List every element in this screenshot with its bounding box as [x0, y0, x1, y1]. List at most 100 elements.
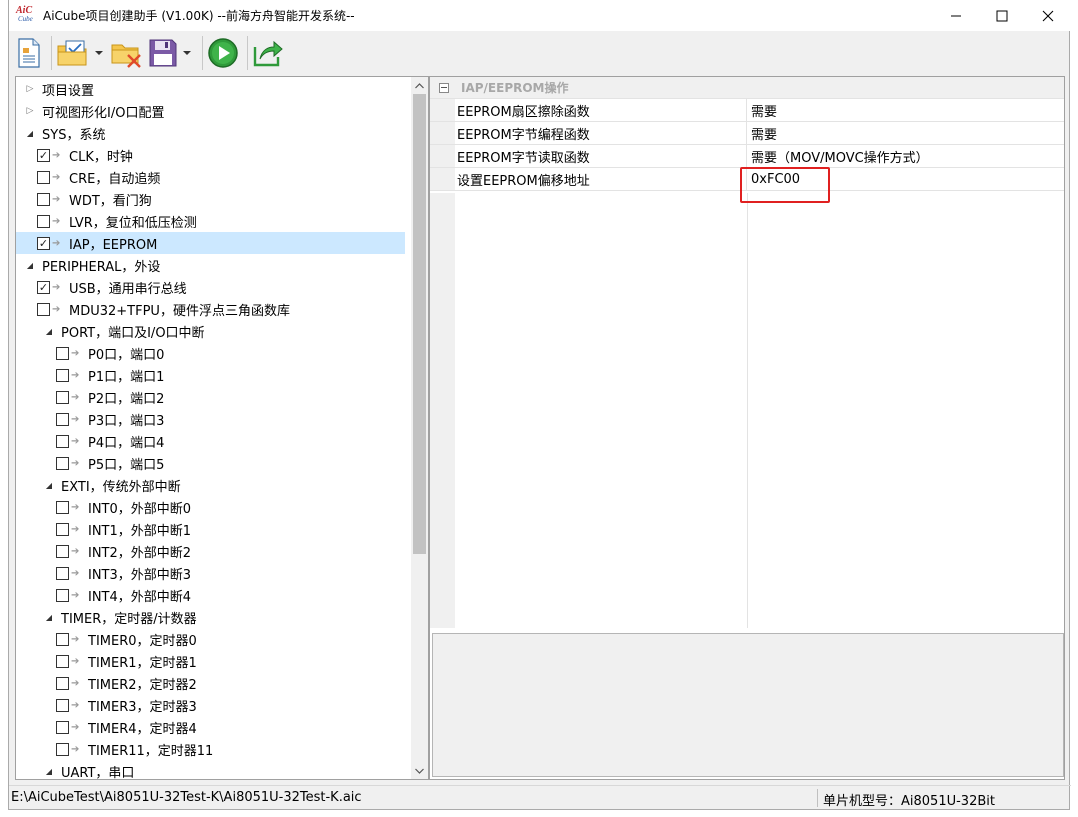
expand-arrow-icon[interactable]	[43, 765, 55, 777]
checkbox[interactable]	[56, 742, 69, 756]
tree-scrollbar[interactable]	[411, 77, 428, 779]
close-button[interactable]	[1025, 0, 1071, 31]
checkbox[interactable]	[37, 148, 50, 162]
expand-arrow-icon[interactable]	[24, 127, 36, 139]
arrow-right-icon: ➔	[71, 369, 80, 381]
new-project-button[interactable]	[13, 35, 43, 71]
property-row[interactable]: EEPROM扇区擦除函数 需要	[430, 99, 1064, 122]
maximize-button[interactable]	[979, 0, 1025, 31]
open-project-button[interactable]	[56, 35, 90, 71]
tree-item-label: TIMER3，定时器3	[88, 699, 197, 715]
save-project-button[interactable]	[148, 35, 178, 71]
tree-item[interactable]: ➔ LVR，复位和低压检测	[16, 210, 405, 232]
tree-item[interactable]: SYS，系统	[16, 122, 405, 144]
checkbox[interactable]	[37, 302, 50, 316]
checkbox[interactable]	[37, 170, 50, 184]
arrow-right-icon: ➔	[52, 303, 61, 315]
expand-arrow-icon[interactable]	[43, 325, 55, 337]
tree-item[interactable]: ➔ IAP，EEPROM	[16, 232, 405, 254]
checkbox[interactable]	[56, 588, 69, 602]
annotation-highlight-box	[740, 167, 830, 203]
app-window: AiC Cube AiCube项目创建助手 (V1.00K) --前海方舟智能开…	[8, 0, 1071, 810]
checkbox[interactable]	[56, 500, 69, 514]
scroll-down-button[interactable]	[411, 762, 428, 779]
tree-item[interactable]: ➔ USB，通用串行总线	[16, 276, 405, 298]
property-value[interactable]: 需要	[747, 122, 1064, 144]
tree-item[interactable]: ➔ INT0，外部中断0	[16, 496, 405, 518]
tree-item[interactable]: UART，串口	[16, 760, 405, 780]
tree-item[interactable]: ➔ P2口，端口2	[16, 386, 405, 408]
checkbox[interactable]	[56, 368, 69, 382]
checkbox[interactable]	[56, 412, 69, 426]
checkbox[interactable]	[56, 676, 69, 690]
checkbox[interactable]	[56, 522, 69, 536]
checkbox[interactable]	[56, 346, 69, 360]
checkbox[interactable]	[56, 544, 69, 558]
tree-item[interactable]: ➔ INT2，外部中断2	[16, 540, 405, 562]
expand-arrow-icon[interactable]	[43, 479, 55, 491]
checkbox[interactable]	[56, 434, 69, 448]
checkbox[interactable]	[56, 566, 69, 580]
tree-item[interactable]: 可视图形化I/O口配置	[16, 100, 405, 122]
tree-item[interactable]: ➔ TIMER11，定时器11	[16, 738, 405, 760]
toolbar-separator	[247, 36, 248, 70]
tree-item[interactable]: EXTI，传统外部中断	[16, 474, 405, 496]
scroll-up-button[interactable]	[411, 77, 428, 94]
checkbox[interactable]	[37, 192, 50, 206]
collapse-category-icon[interactable]	[439, 82, 449, 93]
minimize-button[interactable]	[933, 0, 979, 31]
tree-item[interactable]: ➔ TIMER1，定时器1	[16, 650, 405, 672]
checkbox[interactable]	[37, 214, 50, 228]
tree-item[interactable]: ➔ P5口，端口5	[16, 452, 405, 474]
expand-arrow-icon[interactable]	[43, 611, 55, 623]
tree-item[interactable]: ➔ CRE，自动追频	[16, 166, 405, 188]
property-value[interactable]: 需要	[747, 99, 1064, 121]
tree-item-label: P5口，端口5	[88, 457, 165, 473]
tree-item[interactable]: TIMER，定时器/计数器	[16, 606, 405, 628]
tree-item[interactable]: ➔ CLK，时钟	[16, 144, 405, 166]
tree-item[interactable]: PERIPHERAL，外设	[16, 254, 405, 276]
property-grid-empty-area	[430, 193, 1064, 628]
checkbox[interactable]	[56, 698, 69, 712]
property-value[interactable]: 需要（MOV/MOVC操作方式）	[747, 145, 1064, 167]
tree-item[interactable]: ➔ P1口，端口1	[16, 364, 405, 386]
checkbox[interactable]	[37, 280, 50, 294]
export-button[interactable]	[252, 35, 284, 71]
checkbox[interactable]	[56, 390, 69, 404]
tree-item[interactable]: PORT，端口及I/O口中断	[16, 320, 405, 342]
checkbox[interactable]	[56, 456, 69, 470]
config-tree-panel[interactable]: 项目设置可视图形化I/O口配置 SYS，系统 ➔ CLK，时钟 ➔ CRE，自动追频 ➔ WD…	[15, 76, 429, 780]
tree-item[interactable]: ➔ INT1，外部中断1	[16, 518, 405, 540]
property-row[interactable]: EEPROM字节编程函数 需要	[430, 122, 1064, 145]
tree-item-label: P4口，端口4	[88, 435, 165, 451]
tree-item[interactable]: ➔ TIMER2，定时器2	[16, 672, 405, 694]
run-button[interactable]	[207, 35, 239, 71]
collapse-arrow-icon[interactable]	[24, 83, 36, 95]
property-row[interactable]: EEPROM字节读取函数 需要（MOV/MOVC操作方式）	[430, 145, 1064, 168]
tree-item[interactable]: ➔ TIMER4，定时器4	[16, 716, 405, 738]
open-dropdown-button[interactable]	[94, 35, 104, 71]
save-dropdown-button[interactable]	[182, 35, 192, 71]
tree-item[interactable]: ➔ TIMER0，定时器0	[16, 628, 405, 650]
tree-item[interactable]: ➔ TIMER3，定时器3	[16, 694, 405, 716]
tree-item-label: TIMER，定时器/计数器	[61, 611, 197, 627]
tree-item[interactable]: ➔ P4口，端口4	[16, 430, 405, 452]
checkbox[interactable]	[56, 632, 69, 646]
tree-item[interactable]: 项目设置	[16, 78, 405, 100]
close-project-button[interactable]	[110, 35, 144, 71]
tree-item[interactable]: ➔ MDU32+TFPU，硬件浮点三角函数库	[16, 298, 405, 320]
scroll-thumb[interactable]	[413, 94, 426, 554]
property-category-header[interactable]: IAP/EEPROM操作	[430, 77, 1064, 99]
tree-item[interactable]: ➔ INT3，外部中断3	[16, 562, 405, 584]
tree-item[interactable]: ➔ INT4，外部中断4	[16, 584, 405, 606]
toolbar-separator	[51, 36, 52, 70]
arrow-right-icon: ➔	[71, 677, 80, 689]
tree-item[interactable]: ➔ P0口，端口0	[16, 342, 405, 364]
expand-arrow-icon[interactable]	[24, 259, 36, 271]
checkbox[interactable]	[56, 720, 69, 734]
checkbox[interactable]	[37, 236, 50, 250]
collapse-arrow-icon[interactable]	[24, 105, 36, 117]
checkbox[interactable]	[56, 654, 69, 668]
tree-item[interactable]: ➔ P3口，端口3	[16, 408, 405, 430]
tree-item[interactable]: ➔ WDT，看门狗	[16, 188, 405, 210]
